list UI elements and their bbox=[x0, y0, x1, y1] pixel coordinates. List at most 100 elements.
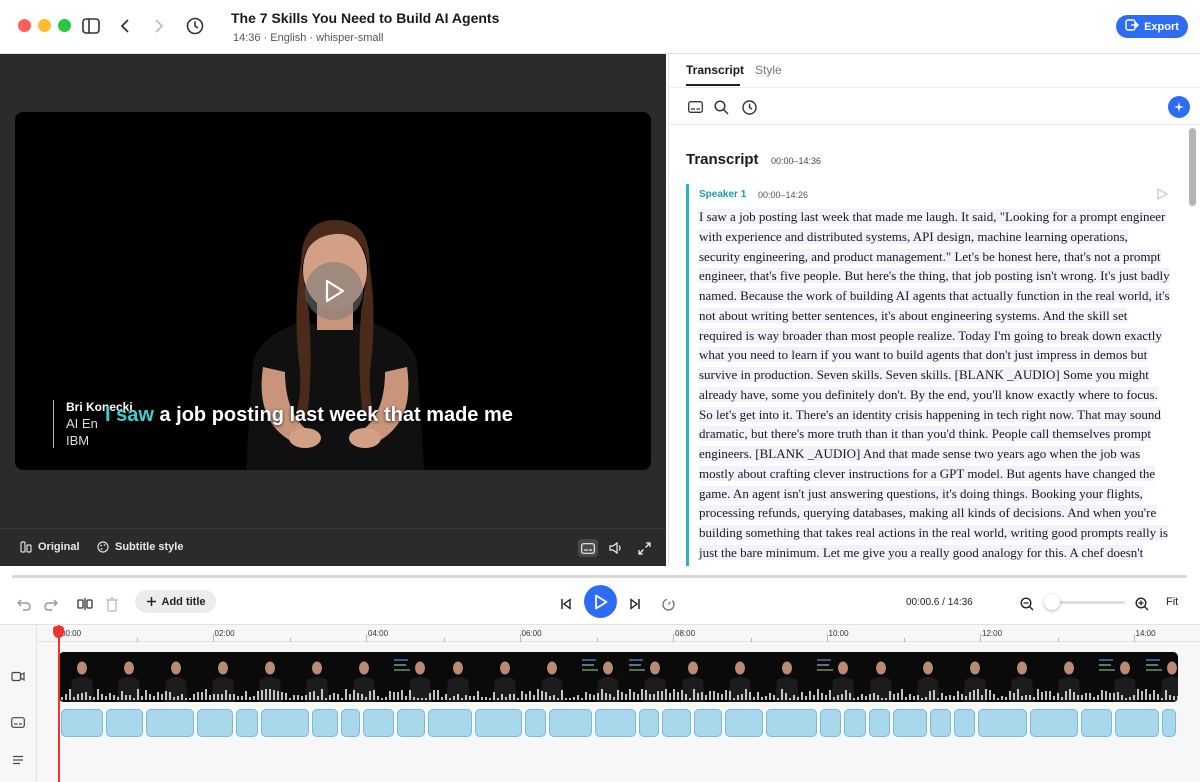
subtitle-clip[interactable] bbox=[978, 709, 1027, 737]
speaker-label[interactable]: Speaker 1 bbox=[699, 189, 746, 200]
subtitle-clip[interactable] bbox=[1162, 709, 1176, 737]
subtitle-clip[interactable] bbox=[869, 709, 890, 737]
subtitle-clip[interactable] bbox=[549, 709, 592, 737]
subtitle-clip[interactable] bbox=[363, 709, 394, 737]
transcript-scrollbar-thumb[interactable] bbox=[1189, 128, 1196, 206]
redo-button[interactable] bbox=[41, 594, 61, 614]
transcript-search-button[interactable] bbox=[711, 97, 731, 117]
video-player[interactable]: Bri Konecki AI En IBM I saw a job postin… bbox=[15, 112, 651, 470]
video-play-button[interactable] bbox=[305, 262, 363, 320]
window-close-button[interactable] bbox=[18, 19, 31, 32]
captions-view-button[interactable] bbox=[685, 97, 705, 117]
tab-style[interactable]: Style bbox=[755, 63, 782, 77]
skip-back-button[interactable] bbox=[556, 594, 576, 614]
zoom-in-button[interactable] bbox=[1132, 594, 1152, 614]
tab-transcript[interactable]: Transcript bbox=[686, 63, 744, 77]
fullscreen-button[interactable] bbox=[634, 539, 654, 557]
sidebar-toggle-icon[interactable] bbox=[79, 14, 103, 38]
ai-assist-button[interactable] bbox=[1168, 96, 1190, 118]
waveform-bar bbox=[737, 695, 739, 700]
subtitle-clip[interactable] bbox=[893, 709, 927, 737]
waveform-bar bbox=[757, 692, 759, 700]
transcript-toolbar bbox=[669, 87, 1200, 125]
history-icon[interactable] bbox=[183, 14, 207, 38]
main-play-button[interactable] bbox=[584, 585, 617, 618]
window-minimize-button[interactable] bbox=[38, 19, 51, 32]
playhead[interactable] bbox=[58, 625, 60, 782]
waveform-bar bbox=[409, 690, 411, 700]
subtitle-clip[interactable] bbox=[662, 709, 691, 737]
subtitle-clip[interactable] bbox=[61, 709, 103, 737]
subtitle-clip[interactable] bbox=[639, 709, 659, 737]
volume-button[interactable] bbox=[606, 539, 626, 557]
delete-button[interactable] bbox=[102, 594, 122, 614]
forward-arrow-icon[interactable] bbox=[147, 14, 171, 38]
subtitle-clip[interactable] bbox=[954, 709, 975, 737]
subtitle-clip[interactable] bbox=[236, 709, 258, 737]
timestamps-button[interactable] bbox=[739, 97, 759, 117]
waveform-bar bbox=[693, 689, 695, 700]
waveform-bar bbox=[601, 689, 603, 700]
waveform-bar bbox=[417, 698, 419, 700]
waveform-bar bbox=[609, 694, 611, 700]
subtitle-clip[interactable] bbox=[341, 709, 360, 737]
subtitle-clip[interactable] bbox=[1081, 709, 1112, 737]
playback-speed-button[interactable] bbox=[658, 594, 678, 614]
split-button[interactable] bbox=[75, 594, 95, 614]
subtitle-clip[interactable] bbox=[725, 709, 763, 737]
subtitle-clip[interactable] bbox=[261, 709, 309, 737]
skip-forward-button[interactable] bbox=[625, 594, 645, 614]
window-maximize-button[interactable] bbox=[58, 19, 71, 32]
waveform-bar bbox=[1041, 692, 1043, 700]
back-arrow-icon[interactable] bbox=[113, 14, 137, 38]
playback-progress[interactable] bbox=[12, 575, 1187, 578]
export-button[interactable]: Export bbox=[1116, 15, 1188, 38]
waveform-bar bbox=[93, 697, 95, 700]
waveform-bar bbox=[933, 690, 935, 700]
ruler-tick bbox=[673, 634, 674, 642]
subtitles-toggle-button[interactable] bbox=[578, 539, 598, 557]
subtitle-clip[interactable] bbox=[197, 709, 233, 737]
subtitle-clip[interactable] bbox=[397, 709, 425, 737]
subtitle-clip[interactable] bbox=[525, 709, 546, 737]
waveform-bar bbox=[189, 698, 191, 700]
subtitle-clip[interactable] bbox=[595, 709, 636, 737]
subtitle-clip[interactable] bbox=[766, 709, 817, 737]
subtitle-clip[interactable] bbox=[820, 709, 841, 737]
subtitle-clip[interactable] bbox=[1115, 709, 1159, 737]
waveform-bar bbox=[385, 697, 387, 700]
waveform-bar bbox=[717, 693, 719, 700]
undo-button[interactable] bbox=[14, 594, 34, 614]
subtitle-clip[interactable] bbox=[475, 709, 522, 737]
subtitle-clip[interactable] bbox=[930, 709, 951, 737]
waveform-bar bbox=[561, 690, 563, 700]
waveform-bar bbox=[141, 696, 143, 700]
subtitles-icon bbox=[581, 542, 595, 554]
subtitle-clip[interactable] bbox=[844, 709, 866, 737]
waveform-bar bbox=[797, 697, 799, 700]
fit-button[interactable]: Fit bbox=[1166, 596, 1178, 608]
time-ruler[interactable]: 00:00 02:00 04:00 06:00 08:00 10:00 12:00 14:00 bbox=[37, 625, 1200, 642]
waveform-bar bbox=[1157, 694, 1159, 700]
transcript-text[interactable]: I saw a job posting last week that made … bbox=[699, 207, 1171, 563]
playhead-handle[interactable] bbox=[53, 626, 64, 638]
subtitle-clip[interactable] bbox=[312, 709, 338, 737]
waveform-bar bbox=[1129, 697, 1131, 700]
segment-play-button[interactable] bbox=[1156, 187, 1170, 201]
subtitle-clip[interactable] bbox=[106, 709, 143, 737]
subtitle-track[interactable] bbox=[59, 709, 1178, 737]
subtitle-clip[interactable] bbox=[694, 709, 722, 737]
waveform-bar bbox=[725, 690, 727, 700]
subtitle-clip[interactable] bbox=[428, 709, 472, 737]
original-button[interactable]: Original bbox=[20, 541, 80, 553]
ruler-label: 02:00 bbox=[214, 629, 235, 638]
subtitle-clip[interactable] bbox=[1030, 709, 1078, 737]
waveform-bar bbox=[117, 697, 119, 700]
subtitle-clip[interactable] bbox=[146, 709, 194, 737]
waveform-bar bbox=[1105, 691, 1107, 700]
video-clip[interactable] bbox=[59, 652, 1178, 702]
add-title-button[interactable]: Add title bbox=[135, 590, 216, 613]
subtitle-style-button[interactable]: Subtitle style bbox=[97, 541, 183, 553]
zoom-out-button[interactable] bbox=[1017, 594, 1037, 614]
zoom-slider-thumb[interactable] bbox=[1044, 594, 1060, 610]
